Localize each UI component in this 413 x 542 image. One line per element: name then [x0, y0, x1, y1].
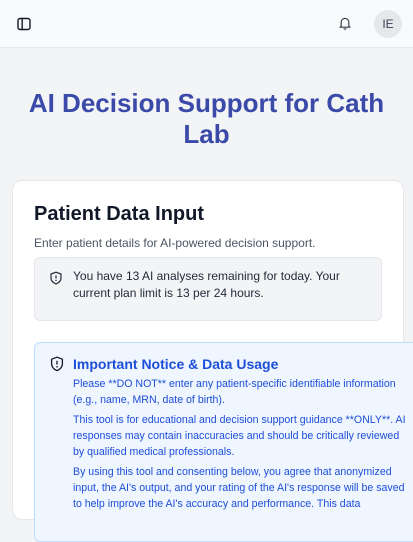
sidebar-toggle-icon — [17, 17, 31, 31]
usage-limit-alert: You have 13 AI analyses remaining for to… — [34, 257, 382, 321]
bell-icon — [339, 17, 351, 30]
card-subtitle: Enter patient details for AI-powered dec… — [34, 236, 316, 250]
notice-paragraph: By using this tool and consenting below,… — [73, 466, 405, 510]
data-usage-notice: Important Notice & Data Usage Please **D… — [34, 342, 413, 542]
notice-body: Please **DO NOT** enter any patient-spec… — [73, 376, 413, 516]
notice-paragraph: This tool is for educational and decisio… — [73, 414, 406, 458]
shield-alert-icon — [50, 271, 62, 285]
notice-paragraph: Please **DO NOT** enter any patient-spec… — [73, 378, 396, 406]
top-bar: IE — [0, 0, 413, 48]
notifications-button[interactable] — [334, 12, 356, 34]
avatar[interactable]: IE — [374, 10, 402, 38]
page-title: AI Decision Support for Cath Lab — [28, 88, 385, 149]
sidebar-toggle-button[interactable] — [12, 12, 36, 36]
notice-title: Important Notice & Data Usage — [73, 356, 279, 372]
patient-data-card: Patient Data Input Enter patient details… — [12, 180, 413, 542]
card-title: Patient Data Input — [34, 203, 205, 225]
usage-limit-text: You have 13 AI analyses remaining for to… — [73, 269, 340, 300]
shield-alert-icon — [50, 356, 64, 372]
